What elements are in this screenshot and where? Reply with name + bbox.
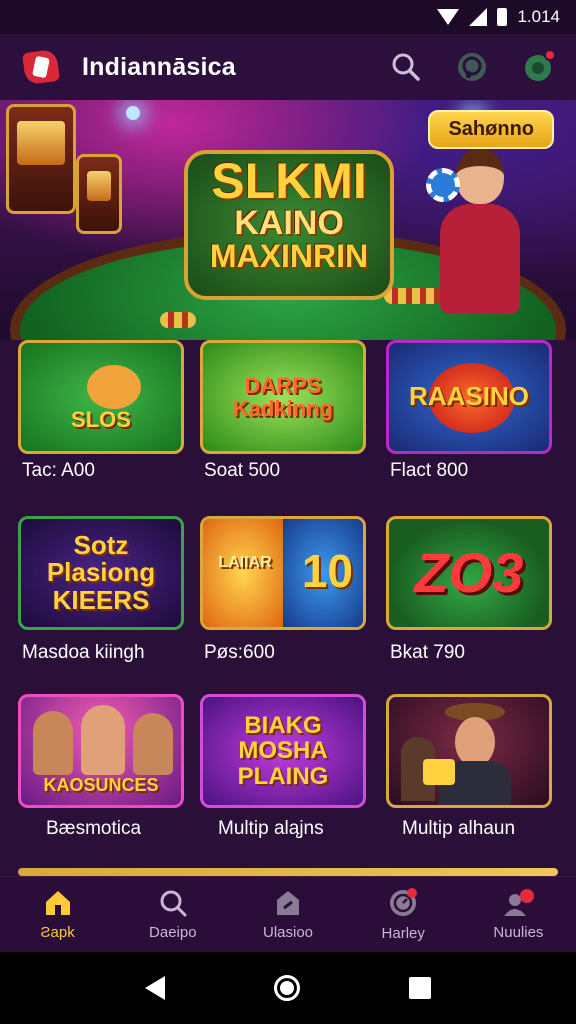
status-bar: 1.014 xyxy=(0,0,576,34)
character-image xyxy=(133,713,173,775)
slot-machine-image xyxy=(6,104,76,214)
android-nav-bar xyxy=(0,952,576,1024)
game-label: Pøs:600 xyxy=(204,642,275,663)
game-label: Flact 800 xyxy=(390,460,469,481)
nav-label: Ƨapk xyxy=(40,924,75,941)
battery-icon xyxy=(497,8,508,26)
game-title: BIAKG MOSHA PLAING xyxy=(237,712,329,790)
nav-promotions[interactable]: Ulasioo xyxy=(230,877,345,952)
back-button[interactable] xyxy=(144,976,165,1000)
slot-machine-image xyxy=(76,154,122,234)
game-title: RAASINO xyxy=(409,381,529,412)
game-card-2[interactable]: DARPS Kadkinng xyxy=(200,340,366,454)
game-title: KAOSUNCES xyxy=(43,775,159,796)
game-card-5[interactable]: LAIIAR 10 xyxy=(200,516,366,630)
game-label: Soat 500 xyxy=(204,460,281,481)
game-card-9[interactable] xyxy=(386,694,552,808)
game-label: Multip aląjns xyxy=(218,818,324,839)
nav-search[interactable]: Daeipo xyxy=(115,877,230,952)
nav-home[interactable]: Ƨapk xyxy=(0,877,115,952)
nav-history[interactable]: Harley xyxy=(346,877,461,952)
headset-icon xyxy=(458,53,486,81)
home-button[interactable] xyxy=(273,975,300,1001)
tag-icon xyxy=(277,891,299,915)
stage-light xyxy=(126,106,140,120)
hero-logo-line3: MAXINRIN xyxy=(209,238,369,274)
game-card-6[interactable]: ZO3 xyxy=(386,516,552,630)
users-icon xyxy=(504,889,535,916)
dealer-image xyxy=(426,148,536,328)
support-button[interactable] xyxy=(454,49,490,85)
app-header: Indiannāsica xyxy=(0,34,576,100)
game-card-4[interactable]: Sotz Plasiong KIEERS xyxy=(18,516,184,630)
game-label: Bkat 790 xyxy=(390,642,465,663)
game-label: Bæsmotica xyxy=(46,818,142,839)
game-title: Sotz Plasiong KIEERS xyxy=(46,530,156,615)
nav-label: Daeipo xyxy=(149,924,197,941)
bottom-nav: Ƨapk Daeipo Ulasioo Harley Nuulies xyxy=(0,876,576,952)
character-image xyxy=(33,711,73,775)
nav-label: Harley xyxy=(381,925,425,942)
hero-banner[interactable]: SLKMI KAINO MAXINRIN Sahønno xyxy=(0,100,576,340)
wifi-icon xyxy=(437,9,460,25)
nav-profile[interactable]: Nuulies xyxy=(461,877,576,952)
game-card-7[interactable]: KAOSUNCES xyxy=(18,694,184,808)
nav-label: Nuulies xyxy=(493,924,544,941)
nav-label: Ulasioo xyxy=(262,924,314,941)
chip-stack-image xyxy=(160,312,196,328)
game-card-1[interactable]: SLOS xyxy=(18,340,184,454)
game-label: Multip alhaun xyxy=(402,818,516,839)
search-icon xyxy=(392,53,420,81)
hero-logo: SLKMI KAINO MAXINRIN xyxy=(184,150,394,300)
mascot-icon xyxy=(87,365,141,409)
status-time: 1.014 xyxy=(517,7,560,26)
clock-icon xyxy=(390,888,418,916)
cards-image xyxy=(423,759,455,785)
hero-logo-line1: SLKMI xyxy=(211,153,367,209)
hero-pill-button[interactable]: Sahønno xyxy=(428,110,554,149)
game-title: ZO3 xyxy=(414,540,524,604)
next-row-peek xyxy=(18,868,558,876)
home-icon xyxy=(45,891,70,915)
game-title: DARPS Kadkinng xyxy=(232,372,334,421)
recent-apps-button[interactable] xyxy=(409,977,432,999)
hero-logo-line2: KAINO xyxy=(234,204,344,242)
game-title: LAIIAR xyxy=(218,554,272,571)
game-label: Tac: A00 xyxy=(22,460,95,481)
game-title-number: 10 xyxy=(301,545,353,597)
search-icon xyxy=(160,890,187,917)
notifications-button[interactable] xyxy=(520,49,556,85)
app-title: Indiannāsica xyxy=(82,52,236,81)
character-image xyxy=(455,717,495,767)
game-label: Masdoa kiingh xyxy=(22,642,145,663)
game-card-3[interactable]: RAASINO xyxy=(386,340,552,454)
game-card-8[interactable]: BIAKG MOSHA PLAING xyxy=(200,694,366,808)
app-logo-icon xyxy=(20,45,64,89)
notification-badge xyxy=(544,49,556,61)
game-title: SLOS xyxy=(71,407,131,433)
signal-icon xyxy=(469,8,488,26)
search-button[interactable] xyxy=(388,49,424,85)
character-image xyxy=(81,705,125,775)
